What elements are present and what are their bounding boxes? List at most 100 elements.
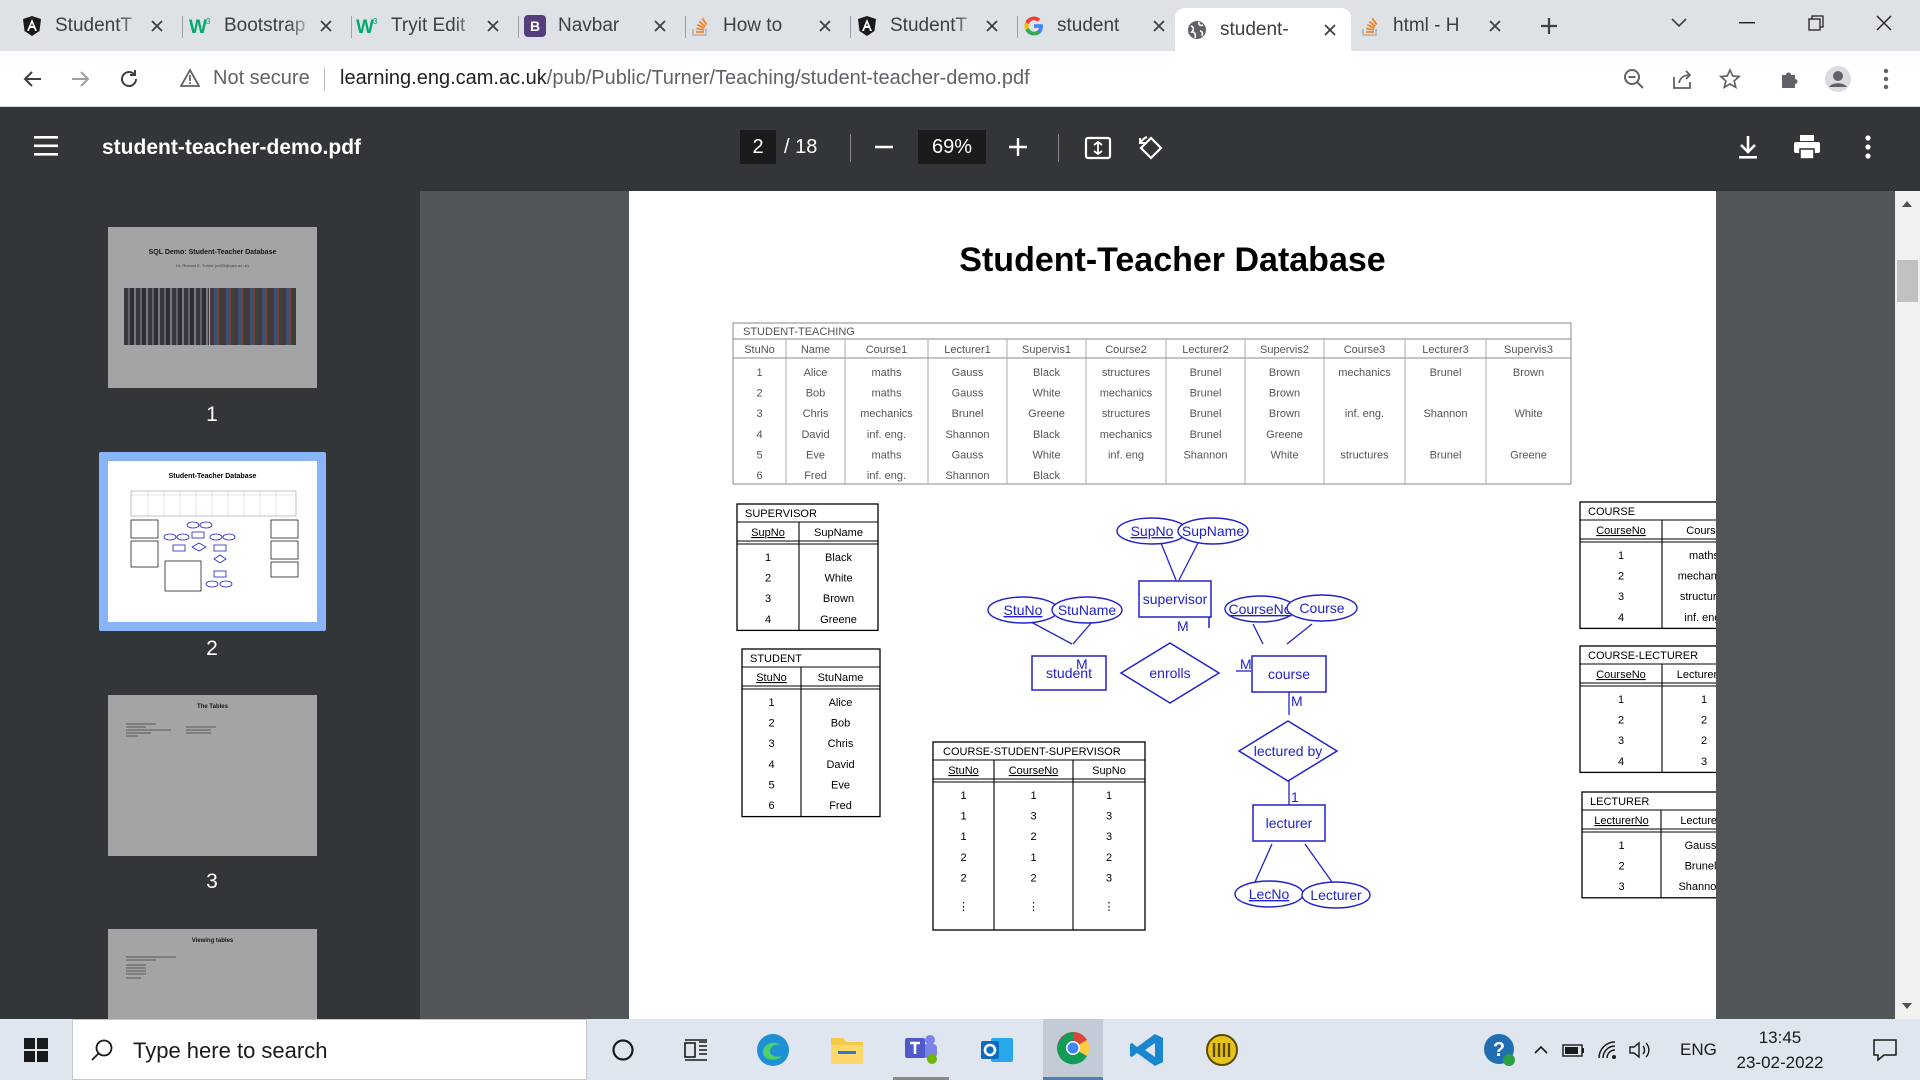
pdf-filename: student-teacher-demo.pdf: [102, 136, 362, 159]
browser-tab[interactable]: html - H: [1348, 8, 1516, 43]
table-cell: Black: [825, 552, 852, 564]
zoom-button[interactable]: [1616, 61, 1652, 97]
close-window-button[interactable]: [1855, 0, 1913, 45]
forward-button[interactable]: [63, 61, 99, 97]
page-thumbnail-4[interactable]: Viewing tables: [108, 929, 317, 1019]
zoom-input[interactable]: 69%: [918, 130, 986, 164]
profile-button[interactable]: [1820, 61, 1856, 97]
download-button[interactable]: [1736, 134, 1760, 165]
taskbar-teams[interactable]: [893, 1019, 949, 1080]
column-header: Course: [1686, 525, 1716, 537]
tab-close-button[interactable]: [146, 15, 168, 37]
table-cell: Shannon: [1183, 449, 1227, 461]
extensions-button[interactable]: [1772, 61, 1808, 97]
new-tab-button[interactable]: [1531, 8, 1567, 44]
cortana-button[interactable]: [597, 1019, 649, 1080]
table-cell: Alice: [804, 367, 828, 379]
viewer-scroll-up-arrow[interactable]: [1902, 201, 1912, 207]
tab-close-button[interactable]: [315, 15, 337, 37]
reload-button[interactable]: [111, 61, 147, 97]
table-cell: 3: [1106, 872, 1112, 884]
browser-tab[interactable]: W 3 Bootstrap: [179, 8, 347, 43]
tab-close-button[interactable]: [814, 15, 836, 37]
table-cell: mechanics: [1100, 388, 1153, 400]
more-vert-icon: [1865, 135, 1871, 159]
table-cell: Shannon: [945, 470, 989, 482]
taskbar-search-box[interactable]: Type here to search: [72, 1019, 587, 1080]
taskbar-chrome[interactable]: [1043, 1019, 1103, 1080]
browser-tab[interactable]: student: [1012, 8, 1180, 43]
clock[interactable]: 13:45 23-02-2022: [1725, 1025, 1835, 1075]
page-number-input[interactable]: 2: [740, 130, 776, 164]
tab-close-button[interactable]: [1148, 15, 1170, 37]
table-cell: structures: [1102, 367, 1151, 379]
angular-icon: [20, 14, 44, 38]
chrome-menu-button[interactable]: [1868, 61, 1904, 97]
notification-center-button[interactable]: [1850, 1019, 1920, 1080]
table-cell: 2: [960, 872, 966, 884]
table-caption: COURSE-STUDENT-SUPERVISOR: [943, 746, 1121, 758]
start-button[interactable]: [0, 1019, 72, 1080]
taskbar-outlook[interactable]: [969, 1019, 1025, 1080]
restore-button[interactable]: [1787, 0, 1845, 45]
toolbar-divider: [850, 134, 851, 162]
stackoverflow-icon: [688, 14, 712, 38]
browser-tab[interactable]: student-: [1175, 8, 1351, 51]
viewer-scroll-thumb[interactable]: [1897, 260, 1918, 302]
rotate-button[interactable]: [1136, 133, 1166, 168]
page-thumbnail-1[interactable]: SQL Demo: Student-Teacher Database Dr. R…: [108, 227, 317, 388]
tab-close-button[interactable]: [981, 15, 1003, 37]
back-button[interactable]: [14, 61, 50, 97]
document-content: STUDENT-TEACHING StuNo 1 2 3 4 5 6 Name Alice Bob C…: [732, 322, 1716, 931]
page-thumbnail-3[interactable]: The Tables: [108, 695, 317, 856]
browser-tab[interactable]: How to: [678, 8, 846, 43]
close-icon: [151, 19, 163, 32]
column-header: CourseNo: [1596, 669, 1646, 681]
table-cell: White: [1270, 449, 1298, 461]
zoom-out-button[interactable]: [873, 136, 897, 160]
tab-search-button[interactable]: [1650, 0, 1708, 45]
browser-tab[interactable]: W 3 Tryit Edit: [346, 8, 514, 43]
taskbar-file-explorer[interactable]: [819, 1019, 875, 1080]
task-view-button[interactable]: [670, 1019, 722, 1080]
share-button[interactable]: [1664, 61, 1700, 97]
taskbar-vscode[interactable]: [1119, 1019, 1175, 1080]
page-thumbnail-2[interactable]: Student-Teacher Database: [99, 452, 326, 631]
address-bar[interactable]: Not secure learning.eng.cam.ac.uk/pub/Pu…: [166, 57, 1756, 101]
url-text[interactable]: learning.eng.cam.ac.uk/pub/Public/Turner…: [340, 67, 1030, 90]
viewer-scrollbar-track[interactable]: [1895, 191, 1920, 1019]
table-cell: David: [801, 429, 829, 441]
taskbar-edge[interactable]: [745, 1019, 801, 1080]
tray-overflow-button[interactable]: [1527, 1019, 1555, 1080]
taskbar-app[interactable]: [1194, 1019, 1250, 1080]
cardinality-label: M: [1240, 656, 1252, 672]
fit-page-button[interactable]: [1084, 134, 1112, 167]
battery-tray-button[interactable]: [1558, 1019, 1590, 1080]
viewer-scroll-down-arrow[interactable]: [1902, 1003, 1912, 1009]
security-label[interactable]: Not secure: [213, 67, 310, 90]
tab-close-button[interactable]: [482, 15, 504, 37]
table-cell: 2: [960, 852, 966, 864]
tab-close-button[interactable]: [1484, 15, 1506, 37]
volume-tray-button[interactable]: [1624, 1019, 1656, 1080]
star-icon: [1719, 68, 1741, 90]
language-indicator[interactable]: ENG: [1680, 1040, 1717, 1060]
table-cell: Gauss: [952, 367, 984, 379]
browser-tab[interactable]: StudentT: [845, 8, 1013, 43]
pdf-viewer[interactable]: Student-Teacher Database STUDENT-TEACHIN…: [420, 191, 1920, 1019]
browser-tab[interactable]: B Navbar: [513, 8, 681, 43]
help-tray-button[interactable]: ?: [1480, 1019, 1520, 1080]
bookmark-button[interactable]: [1712, 61, 1748, 97]
tab-close-button[interactable]: [649, 15, 671, 37]
sidebar-menu-button[interactable]: [34, 135, 62, 162]
tab-title: html - H: [1393, 14, 1460, 36]
attribute-label: SupNo: [1131, 523, 1174, 539]
minimize-button[interactable]: [1718, 0, 1776, 45]
browser-tab[interactable]: StudentT: [10, 8, 178, 43]
tab-close-button[interactable]: [1319, 19, 1341, 41]
vscode-icon: [1130, 1033, 1163, 1066]
pdf-more-button[interactable]: [1865, 135, 1871, 164]
print-button[interactable]: [1793, 134, 1821, 165]
zoom-in-button[interactable]: [1007, 136, 1031, 160]
network-tray-button[interactable]: [1592, 1019, 1624, 1080]
